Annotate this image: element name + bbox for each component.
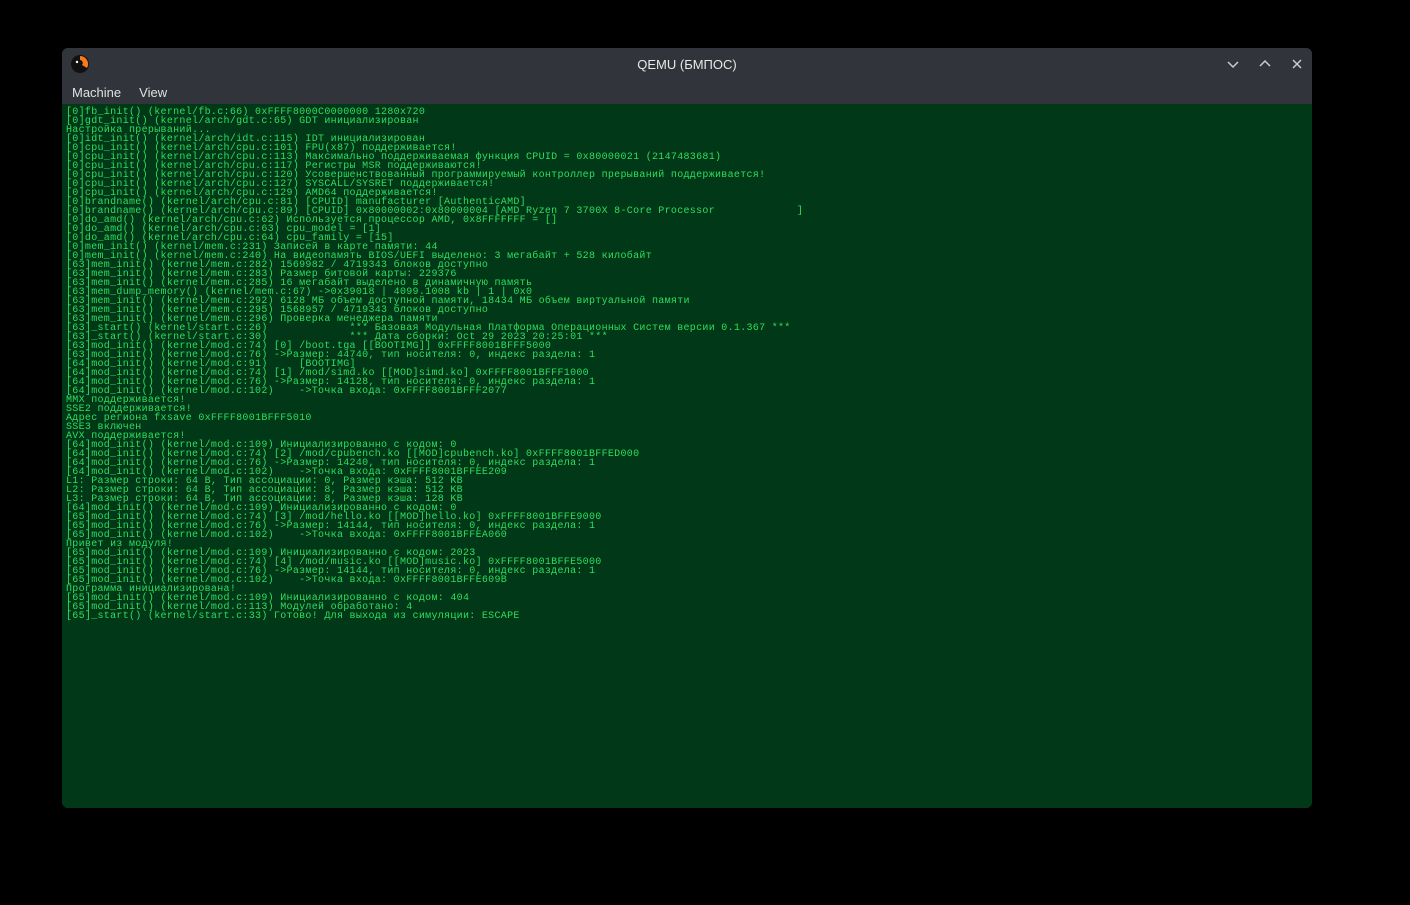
qemu-icon (70, 54, 90, 74)
titlebar[interactable]: QEMU (БМПОС) (62, 48, 1312, 80)
window-controls (1224, 48, 1306, 80)
maximize-button[interactable] (1256, 55, 1274, 73)
menu-machine[interactable]: Machine (72, 85, 121, 100)
menu-view[interactable]: View (139, 85, 167, 100)
qemu-window: QEMU (БМПОС) Machine View [0]fb_init() (… (62, 48, 1312, 808)
menubar: Machine View (62, 80, 1312, 104)
minimize-button[interactable] (1224, 55, 1242, 73)
window-title: QEMU (БМПОС) (637, 57, 736, 72)
close-button[interactable] (1288, 55, 1306, 73)
console-output: [0]fb_init() (kernel/fb.c:66) 0xFFFF8000… (62, 104, 1312, 808)
